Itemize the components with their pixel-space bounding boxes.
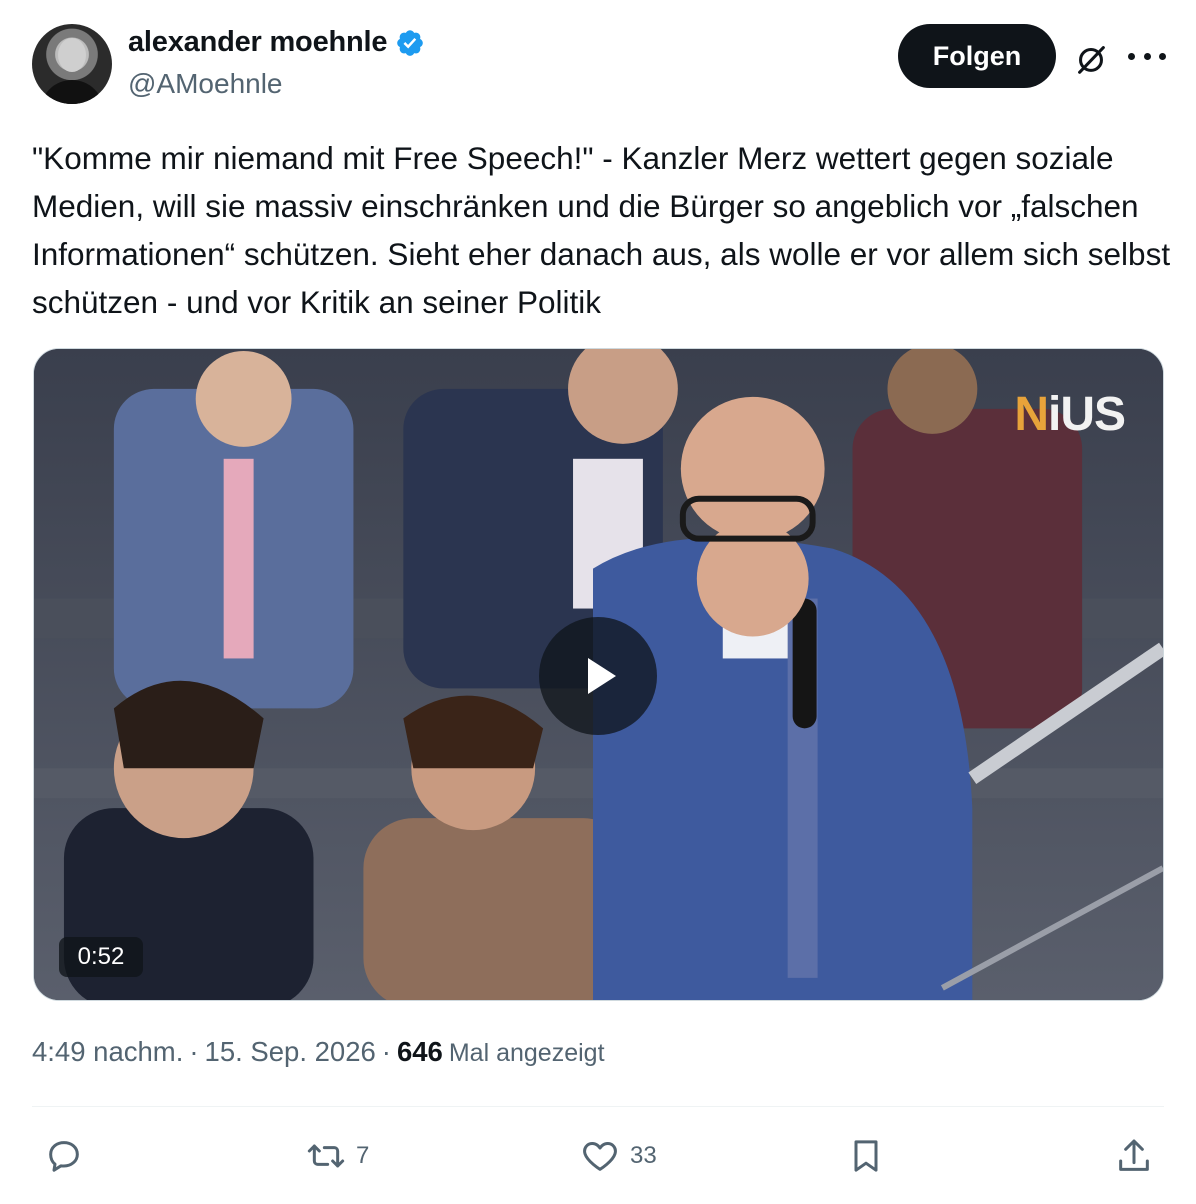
views-count[interactable]: 646 xyxy=(397,1036,443,1068)
like-count: 33 xyxy=(630,1142,657,1169)
tweet-date[interactable]: 15. Sep. 2026 xyxy=(205,1036,376,1068)
tweet-card: alexander moehnle @AMoehnle Folgen "Komm… xyxy=(0,0,1196,1204)
verified-badge-icon[interactable] xyxy=(395,28,425,58)
like-button[interactable]: 33 xyxy=(580,1136,657,1176)
more-dot xyxy=(1143,52,1151,60)
tweet-meta: 4:49 nachm. · 15. Sep. 2026 · 646 Mal an… xyxy=(32,1036,605,1068)
avatar[interactable] xyxy=(32,24,112,104)
retweet-icon xyxy=(307,1144,345,1168)
watermark-letter-n: N xyxy=(1014,388,1049,441)
follow-button[interactable]: Folgen xyxy=(898,24,1056,88)
more-dots-icon[interactable] xyxy=(1128,40,1166,72)
share-icon xyxy=(1119,1139,1149,1171)
reply-icon xyxy=(49,1141,79,1172)
grok-slash-icon[interactable] xyxy=(1072,40,1110,78)
retweet-count: 7 xyxy=(356,1142,370,1169)
video-watermark-logo: NiUS xyxy=(1014,387,1126,442)
reply-button[interactable] xyxy=(44,1136,94,1176)
play-button[interactable] xyxy=(539,617,657,735)
author-name-row: alexander moehnle xyxy=(128,26,425,59)
avatar-face xyxy=(58,38,86,72)
video-duration-badge: 0:52 xyxy=(59,937,143,977)
divider xyxy=(32,1106,1164,1107)
retweet-button[interactable]: 7 xyxy=(306,1136,369,1176)
share-button[interactable] xyxy=(1114,1136,1154,1176)
author-display-name[interactable]: alexander moehnle xyxy=(128,26,388,59)
avatar-shoulders xyxy=(40,80,104,104)
meta-separator: · xyxy=(189,1036,199,1067)
meta-separator: · xyxy=(381,1036,391,1067)
play-icon xyxy=(588,658,616,694)
more-dot xyxy=(1128,52,1135,60)
tweet-time[interactable]: 4:49 nachm. xyxy=(32,1036,183,1068)
tweet-text: "Komme mir niemand mit Free Speech!" - K… xyxy=(32,140,1179,320)
more-dot xyxy=(1159,52,1166,60)
views-label[interactable]: Mal angezeigt xyxy=(449,1039,605,1068)
bookmark-button[interactable] xyxy=(846,1136,886,1176)
heart-icon xyxy=(583,1142,617,1171)
author-handle[interactable]: @AMoehnle xyxy=(128,68,283,100)
bookmark-icon xyxy=(854,1140,878,1172)
watermark-text: iUS xyxy=(1047,388,1126,441)
